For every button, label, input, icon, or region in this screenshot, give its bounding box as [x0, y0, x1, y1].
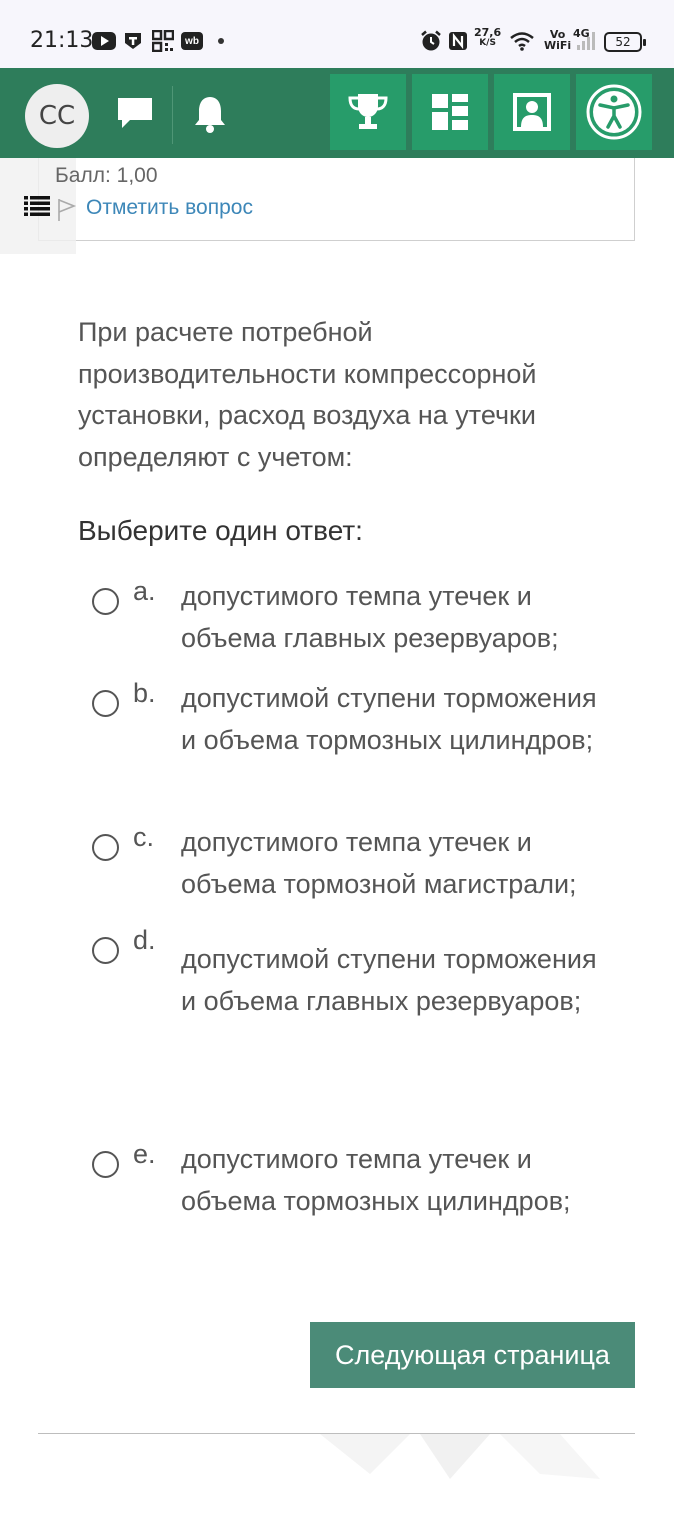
option-letter: b.: [133, 678, 156, 708]
profile-button[interactable]: [494, 74, 570, 150]
option-letter: c.: [133, 822, 155, 852]
dashboard-icon: [432, 94, 468, 130]
tasks-icon: [123, 31, 143, 51]
question-score: Балл: 1,00: [55, 164, 158, 187]
list-icon[interactable]: [24, 196, 50, 216]
question-text: При расчете потребной производительности…: [78, 317, 537, 472]
youtube-icon: [92, 31, 116, 51]
trophy-icon: [348, 94, 388, 129]
profile-icon: [513, 93, 551, 131]
header-divider: [172, 86, 173, 144]
bell-icon[interactable]: [192, 94, 228, 134]
option-letter: a.: [133, 576, 156, 606]
battery-icon: 52: [604, 32, 646, 52]
accessibility-icon: [586, 84, 642, 140]
radio-button[interactable]: [92, 1151, 119, 1178]
signal-icon: 4G: [573, 28, 597, 50]
wifi-icon: [510, 31, 534, 51]
message-icon[interactable]: [116, 96, 154, 130]
next-page-button[interactable]: Следующая страница: [310, 1322, 635, 1388]
radio-button[interactable]: [92, 937, 119, 964]
wb-icon: wb: [181, 31, 203, 51]
option-text[interactable]: допустимого темпа утечек и объема главны…: [181, 576, 611, 659]
wb-badge: wb: [181, 32, 203, 50]
option-letter: e.: [133, 1139, 156, 1169]
accessibility-button[interactable]: [576, 74, 652, 150]
radio-button[interactable]: [92, 690, 119, 717]
volte-label: Vo WiFi: [544, 28, 572, 52]
option-text[interactable]: допустимого темпа утечек и объема тормоз…: [181, 1139, 611, 1222]
flag-icon[interactable]: [57, 198, 77, 222]
option-text[interactable]: допустимой ступени торможения и объема г…: [181, 939, 611, 1022]
status-time: 21:13: [30, 28, 94, 53]
app-header: CC: [0, 68, 674, 158]
status-bar: 21:13 wb 27,6 K/S Vo WiFi 4G 52: [0, 0, 674, 68]
alarm-icon: [420, 30, 442, 51]
decorative-pattern: [300, 1434, 620, 1494]
qr-icon: [152, 30, 174, 52]
flag-question-link[interactable]: Отметить вопрос: [86, 196, 253, 220]
nfc-icon: [448, 31, 468, 51]
answer-prompt: Выберите один ответ:: [78, 515, 363, 546]
net-speed: 27,6 K/S: [474, 26, 502, 48]
radio-button[interactable]: [92, 588, 119, 615]
option-text[interactable]: допустимого темпа утечек и объема тормоз…: [181, 822, 611, 905]
dot-icon: [218, 31, 224, 51]
radio-button[interactable]: [92, 834, 119, 861]
avatar[interactable]: CC: [25, 84, 89, 148]
trophy-button[interactable]: [330, 74, 406, 150]
option-text[interactable]: допустимой ступени торможения и объема т…: [181, 678, 611, 761]
option-letter: d.: [133, 925, 156, 955]
dashboard-button[interactable]: [412, 74, 488, 150]
